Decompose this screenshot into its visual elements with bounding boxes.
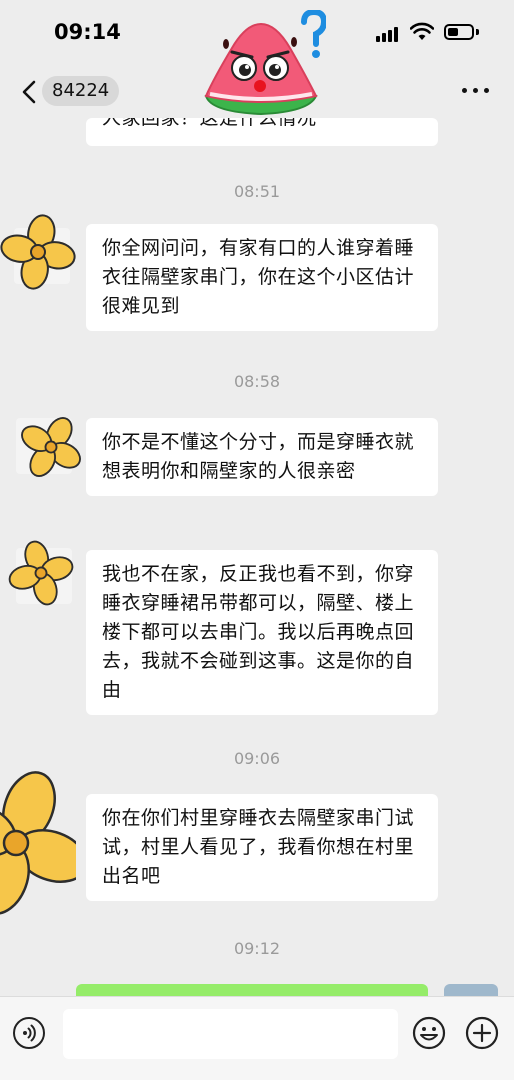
message-text: 人家回家？这是什么情况 — [102, 118, 317, 129]
plus-icon[interactable] — [465, 1016, 499, 1050]
avatar[interactable] — [0, 214, 76, 290]
message-bubble[interactable]: 我也不在家，反正我也看不到，你穿睡衣穿睡裙吊带都可以，隔壁、楼上楼下都可以去串门… — [86, 550, 438, 715]
message-bubble[interactable]: 你在你们村里穿睡衣去隔壁家串门试试，村里人看见了，我看你想在村里出名吧 — [86, 794, 438, 901]
message-text: 我也不在家，反正我也看不到，你穿睡衣穿睡裙吊带都可以，隔壁、楼上楼下都可以去串门… — [102, 563, 415, 701]
input-bar — [0, 996, 514, 1080]
timestamp: 08:51 — [233, 182, 281, 201]
emoji-icon[interactable] — [412, 1016, 446, 1050]
more-dots-icon[interactable] — [462, 88, 490, 96]
watermelon-question-sticker-icon — [204, 10, 326, 116]
chat-area[interactable]: 人家回家？这是什么情况 08:51 你全网问问，有家有口的人谁穿着睡衣往隔壁家串… — [0, 118, 514, 996]
status-time: 09:14 — [54, 20, 121, 44]
voice-icon[interactable] — [13, 1017, 45, 1049]
cellular-signal-icon — [376, 26, 402, 42]
message-text: 你不是不懂这个分寸，而是穿睡衣就想表明你和隔壁家的人很亲密 — [102, 431, 415, 482]
self-avatar[interactable] — [444, 984, 498, 996]
battery-icon — [444, 24, 474, 40]
chevron-left-icon[interactable] — [18, 78, 42, 106]
timestamp: 08:58 — [233, 372, 281, 391]
avatar[interactable] — [0, 758, 76, 918]
message-bubble[interactable]: 你全网问问，有家有口的人谁穿着睡衣往隔壁家串门，你在这个小区估计很难见到 — [86, 224, 438, 331]
avatar[interactable] — [16, 417, 81, 477]
battery-tip — [476, 29, 479, 35]
chat-screen: 09:14 84224 人家回家？这是什么情况 08:51 你全网问问，有家有口… — [0, 0, 514, 1080]
message-bubble[interactable]: 你不是不懂这个分寸，而是穿睡衣就想表明你和隔壁家的人很亲密 — [86, 418, 438, 496]
timestamp: 09:12 — [233, 939, 281, 958]
message-text: 你全网问问，有家有口的人谁穿着睡衣往隔壁家串门，你在这个小区估计很难见到 — [102, 237, 415, 317]
timestamp: 09:06 — [233, 749, 281, 768]
avatar[interactable] — [8, 540, 74, 606]
message-bubble[interactable]: 人家回家？这是什么情况 — [86, 118, 438, 146]
contact-name[interactable]: 84224 — [42, 76, 120, 106]
wifi-icon — [410, 22, 434, 40]
battery-level — [448, 28, 458, 36]
self-message-bubble[interactable] — [76, 984, 428, 996]
message-text: 你在你们村里穿睡衣去隔壁家串门试试，村里人看见了，我看你想在村里出名吧 — [102, 807, 415, 887]
message-input[interactable] — [63, 1009, 398, 1059]
